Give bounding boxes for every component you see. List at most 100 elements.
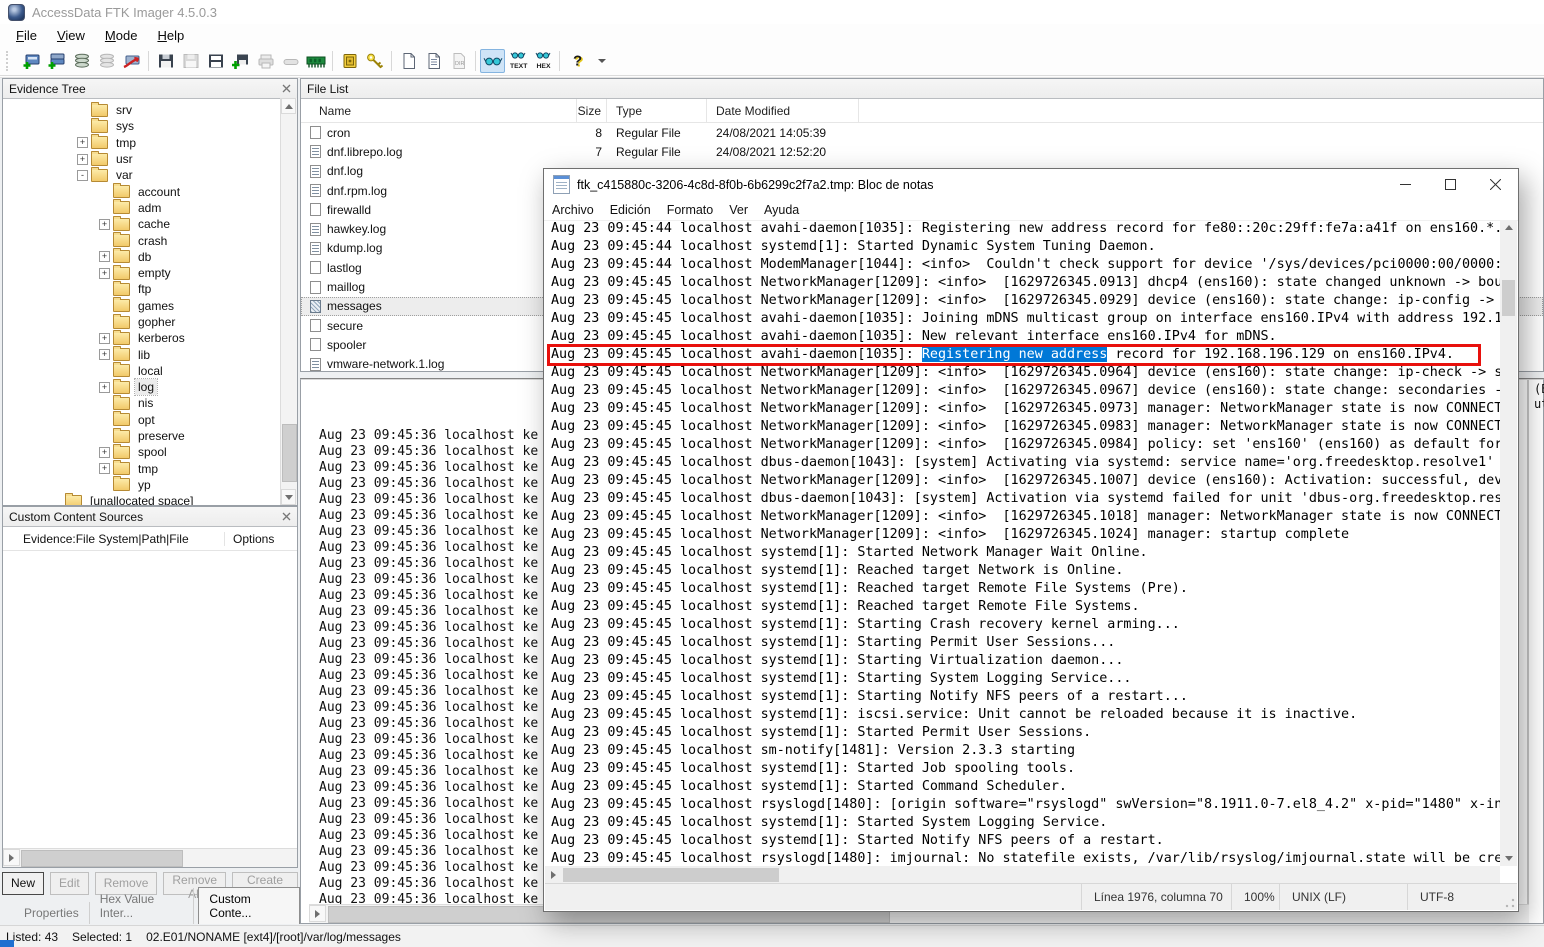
notepad-menu-item[interactable]: Archivo (544, 201, 602, 219)
create-disk-image-icon[interactable] (153, 49, 178, 73)
new-document-icon[interactable] (396, 49, 421, 73)
minimize-button[interactable] (1383, 169, 1428, 200)
export-files-icon[interactable] (228, 49, 253, 73)
expand-toggle-icon[interactable]: + (99, 382, 110, 393)
expand-toggle-icon[interactable]: + (99, 447, 110, 458)
expand-toggle-icon[interactable]: + (99, 463, 110, 474)
custom-content-button[interactable]: New (2, 872, 44, 895)
expand-toggle-icon[interactable]: + (99, 333, 110, 344)
scroll-up-icon[interactable] (1500, 220, 1517, 235)
tree-item[interactable]: + log (3, 379, 281, 395)
notepad-titlebar[interactable]: ftk_c415880c-3206-4c8d-8f0b-6b6299c2f7a2… (544, 169, 1518, 200)
scrollbar-thumb[interactable] (282, 424, 297, 482)
auto-fit-icon[interactable] (480, 49, 505, 73)
tree-item[interactable]: + tmp (3, 461, 281, 477)
scroll-up-icon[interactable] (281, 98, 296, 114)
tree-item[interactable]: - var (3, 167, 281, 183)
column-type[interactable]: Type (607, 99, 707, 122)
bottom-tab[interactable]: Hex Value Inter... (90, 888, 195, 924)
tree-item[interactable]: opt (3, 412, 281, 428)
scrollbar-thumb[interactable] (1502, 280, 1515, 316)
expand-toggle-icon[interactable]: + (99, 219, 110, 230)
expand-toggle-icon[interactable]: - (77, 170, 88, 181)
tree-item[interactable]: + lib (3, 346, 281, 362)
resize-grip[interactable] (1505, 898, 1515, 908)
column-date-modified[interactable]: Date Modified (707, 99, 859, 122)
notepad-text-area[interactable]: Aug 23 09:45:44 localhost avahi-daemon[1… (545, 220, 1517, 868)
expand-toggle-icon[interactable]: + (77, 154, 88, 165)
tree-item[interactable]: + spool (3, 444, 281, 460)
scroll-right-icon[interactable] (545, 866, 562, 884)
tree-item[interactable]: account (3, 183, 281, 199)
tree-item[interactable]: [unallocated space] (3, 493, 281, 505)
ftk-menu-item[interactable]: Mode (95, 26, 148, 45)
column-name[interactable]: Name (301, 99, 577, 122)
close-button[interactable] (1473, 169, 1518, 200)
hex-view-icon[interactable]: HEX (530, 49, 555, 73)
notepad-vscrollbar[interactable] (1500, 220, 1517, 866)
tree-item[interactable]: + kerberos (3, 330, 281, 346)
column-options[interactable]: Options (224, 532, 297, 546)
expand-toggle-icon[interactable]: + (99, 349, 110, 360)
close-pane-icon[interactable] (282, 84, 291, 93)
scroll-right-icon[interactable] (309, 905, 326, 922)
remove-evidence-item-icon[interactable] (119, 49, 144, 73)
unmount-image-icon[interactable] (94, 49, 119, 73)
scrollbar-thumb[interactable] (563, 868, 779, 882)
eject-icon[interactable] (278, 49, 303, 73)
bottom-tab[interactable]: Custom Conte... (198, 887, 300, 924)
close-pane-icon[interactable] (282, 512, 291, 521)
document-list-icon[interactable] (421, 49, 446, 73)
scrollbar-thumb[interactable] (21, 850, 183, 867)
tree-item[interactable]: + db (3, 249, 281, 265)
notepad-hscrollbar[interactable] (545, 866, 1500, 884)
tree-item[interactable]: adm (3, 200, 281, 216)
file-list-row[interactable]: dnf.librepo.log 7 Regular File 24/08/202… (301, 142, 1543, 161)
add-all-attached-devices-icon[interactable] (44, 49, 69, 73)
tree-item[interactable]: srv (3, 102, 281, 118)
notepad-menu-item[interactable]: Ver (721, 201, 756, 219)
notepad-menu-item[interactable]: Edición (602, 201, 659, 219)
help-icon[interactable]: ?? (564, 49, 589, 73)
scroll-down-icon[interactable] (281, 489, 296, 505)
tree-item[interactable]: preserve (3, 428, 281, 444)
column-size[interactable]: Size (577, 99, 607, 122)
capture-memory-icon[interactable] (303, 49, 328, 73)
directory-listing-icon[interactable]: DIR (446, 49, 471, 73)
tree-item[interactable]: local (3, 363, 281, 379)
print-icon[interactable] (253, 49, 278, 73)
tree-item[interactable]: ftp (3, 281, 281, 297)
notepad-menu-item[interactable]: Ayuda (756, 201, 807, 219)
maximize-button[interactable] (1428, 169, 1473, 200)
tree-item[interactable]: crash (3, 232, 281, 248)
evidence-tree-scrollbar[interactable] (280, 98, 297, 505)
toolbar-overflow-icon[interactable] (589, 49, 614, 73)
notepad-menu-item[interactable]: Formato (659, 201, 722, 219)
expand-toggle-icon[interactable]: + (99, 268, 110, 279)
add-evidence-item-icon[interactable] (19, 49, 44, 73)
expand-toggle-icon[interactable]: + (99, 251, 110, 262)
obtain-protected-files-icon[interactable] (337, 49, 362, 73)
file-list-row[interactable]: cron 8 Regular File 24/08/2021 14:05:39 (301, 123, 1543, 142)
tree-item[interactable]: + cache (3, 216, 281, 232)
tree-item[interactable]: + usr (3, 151, 281, 167)
bottom-tab[interactable]: Properties (14, 902, 90, 924)
scroll-down-icon[interactable] (1500, 851, 1517, 866)
image-mounting-icon[interactable] (69, 49, 94, 73)
tree-item[interactable]: + tmp (3, 135, 281, 151)
tree-item[interactable]: yp (3, 477, 281, 493)
ftk-menu-item[interactable]: Help (147, 26, 194, 45)
tree-item[interactable]: games (3, 298, 281, 314)
column-evidence[interactable]: Evidence:File System|Path|File (3, 532, 224, 546)
custom-content-image-icon[interactable] (203, 49, 228, 73)
scroll-right-icon[interactable] (3, 849, 20, 866)
detect-efs-encryption-icon[interactable] (362, 49, 387, 73)
tree-item[interactable]: gopher (3, 314, 281, 330)
text-view-icon[interactable]: TEXT (505, 49, 530, 73)
tree-item[interactable]: nis (3, 395, 281, 411)
ftk-menu-item[interactable]: View (47, 26, 95, 45)
custom-content-hscrollbar[interactable] (3, 848, 297, 867)
export-disk-image-icon[interactable] (178, 49, 203, 73)
expand-toggle-icon[interactable]: + (77, 137, 88, 148)
tree-item[interactable]: sys (3, 118, 281, 134)
